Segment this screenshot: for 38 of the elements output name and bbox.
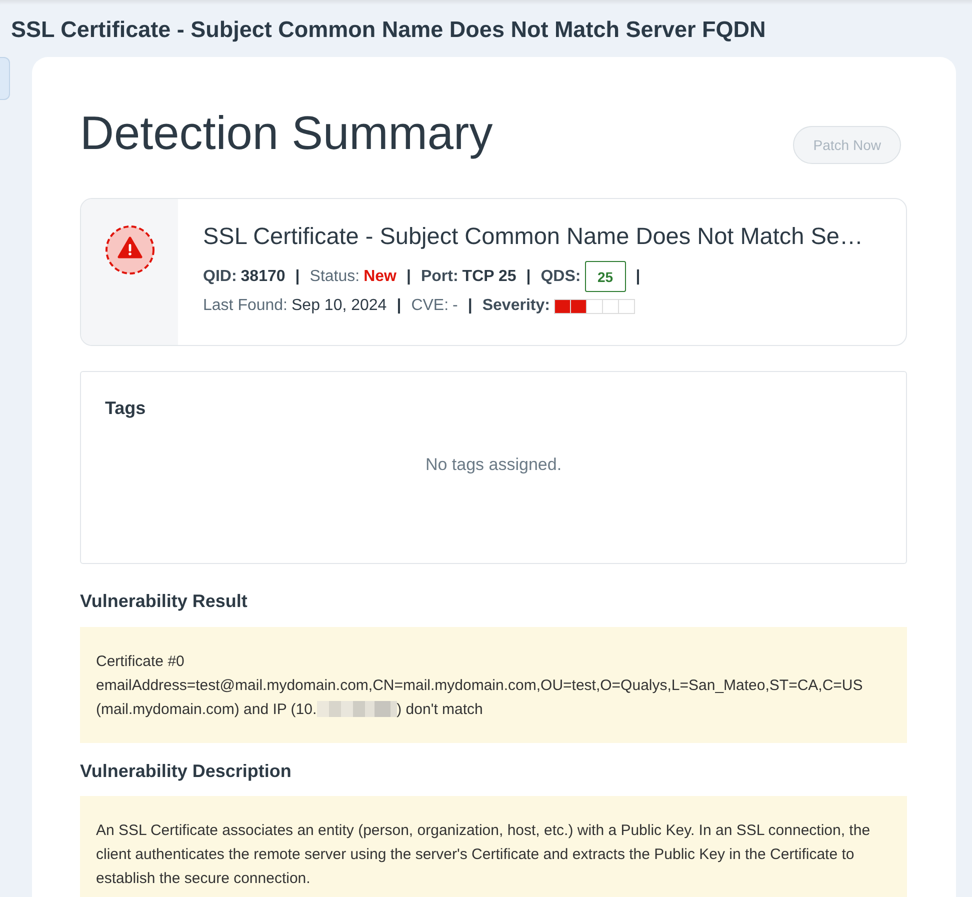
field-label: CVE:: [411, 296, 449, 316]
field-separator: |: [295, 266, 300, 286]
field-label: Last Found:: [203, 296, 288, 316]
status-value: New: [364, 266, 396, 286]
field-separator: |: [526, 266, 531, 286]
panel-text: (mail.mydomain.com) and IP (10.: [96, 701, 317, 718]
page-title: SSL Certificate - Subject Common Name Does Not Match Server FQDN: [11, 16, 766, 44]
panel-text: An SSL Certificate associates an entity (person, organization, host, etc.) with a Public Key. In an SSL connection, the client authenticates the remote server using the server's Certificate and extracts the Public Key in the Certificate to establish the secure connection.: [96, 821, 872, 889]
section-title: Vulnerability Description: [80, 760, 292, 783]
severity-label: Severity:: [482, 296, 550, 316]
section-title: Vulnerability Result: [80, 590, 248, 613]
severity-square: [586, 300, 602, 312]
panel-text: Certificate #0: [96, 652, 186, 672]
field-separator: |: [396, 296, 402, 316]
score-label: QDS:: [540, 266, 581, 286]
field-separator: |: [406, 266, 411, 286]
status-label: Status:: [310, 266, 360, 286]
section-heading: Detection Summary: [80, 105, 493, 161]
empty-tags-message: No tags assigned.: [424, 454, 563, 476]
tags-title: Tags: [105, 397, 147, 420]
severity-square: [602, 300, 618, 312]
severity-square: [554, 300, 570, 312]
field-value: -: [452, 296, 458, 316]
field-value: 38170: [240, 266, 286, 286]
severity-square: [570, 300, 586, 312]
field-value: TCP 25: [462, 266, 516, 286]
severity-square: [618, 300, 634, 312]
field-separator: |: [636, 266, 640, 286]
sidebar-tab[interactable]: [0, 57, 10, 100]
detection-title: SSL Certificate - Subject Common Name Does Not Match Se…: [203, 222, 863, 251]
field-label: QID:: [203, 266, 237, 286]
score-box: 25: [584, 261, 626, 292]
field-separator: |: [468, 296, 472, 316]
field-label: Port:: [420, 266, 458, 286]
panel-text: emailAddress=test@mail.mydomain.com,CN=mail.mydomain.com,OU=test,O=Qualys,L=San_Mateo,ST=CA,C=US: [96, 676, 864, 696]
panel-text: ) don't match: [396, 701, 483, 718]
warning-icon: [104, 225, 154, 275]
field-value: Sep 10, 2024: [292, 296, 387, 316]
